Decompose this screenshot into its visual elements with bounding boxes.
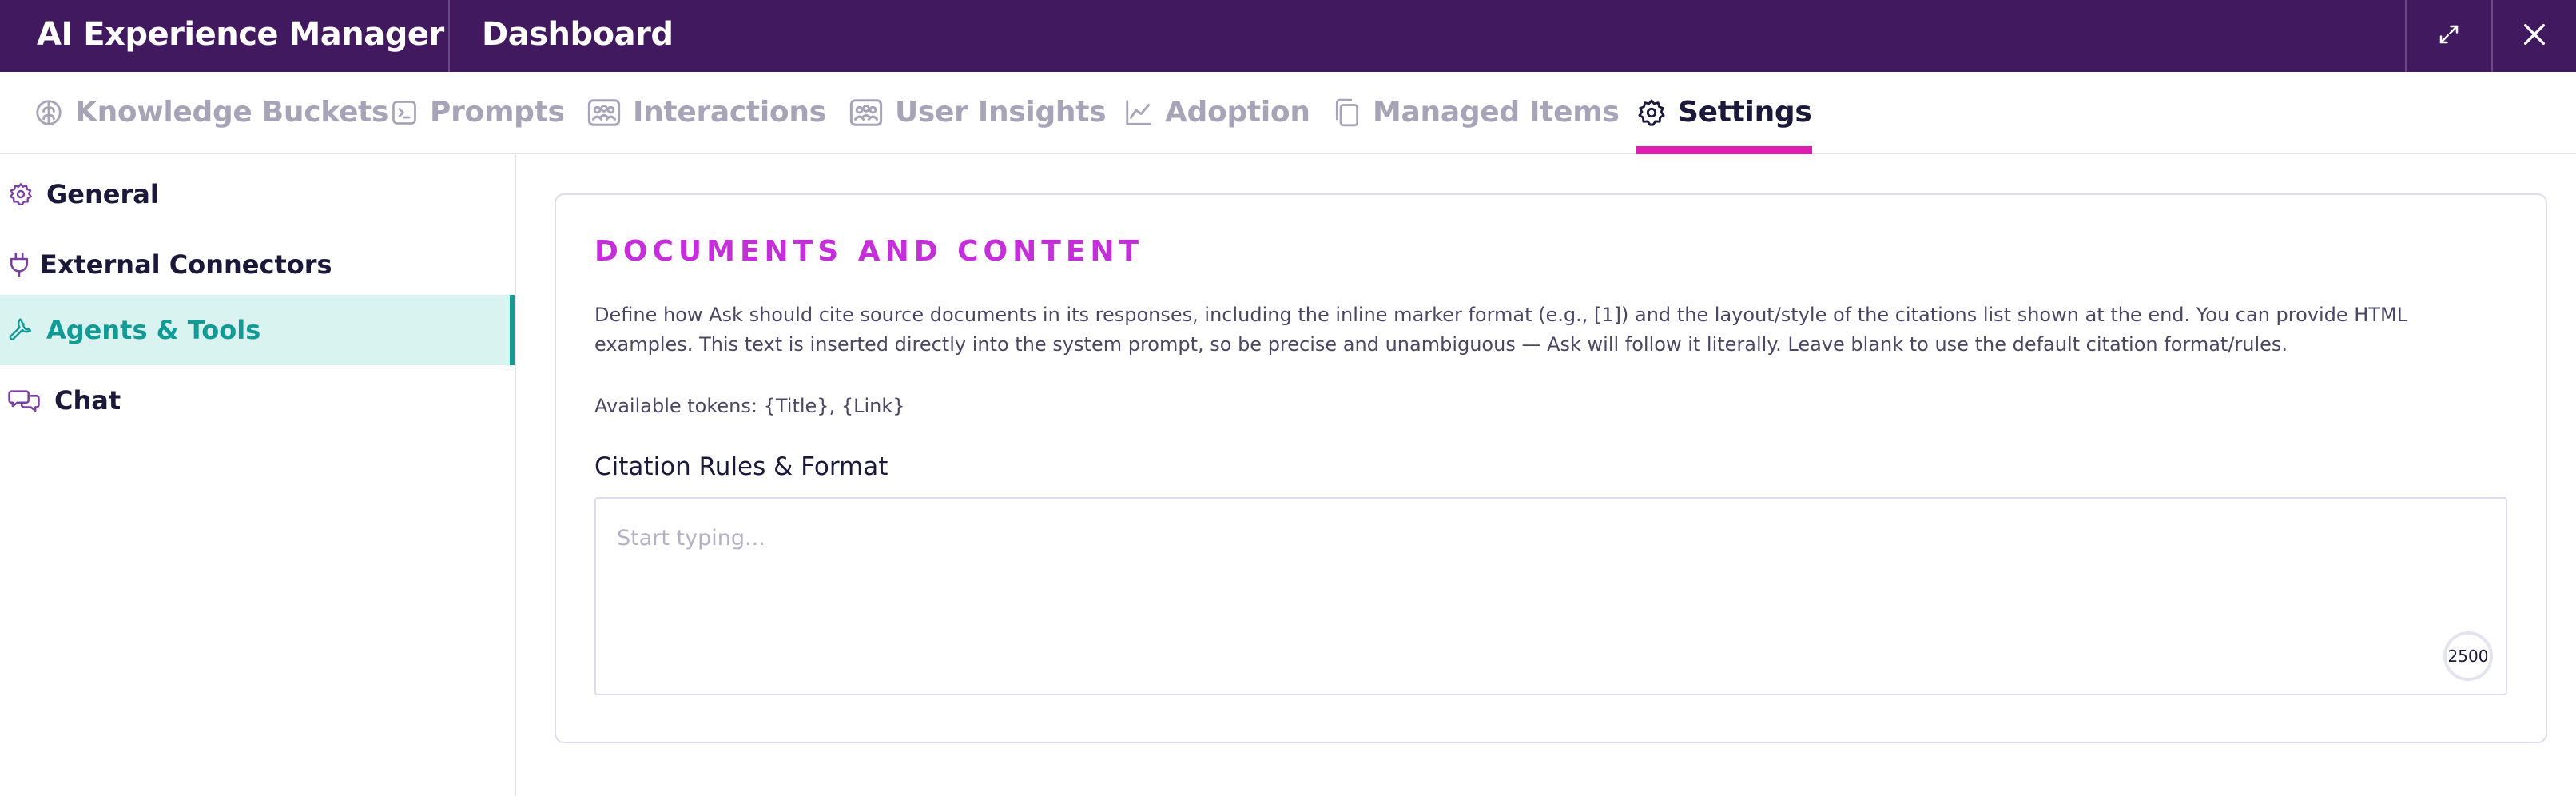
wrench-icon (8, 317, 34, 343)
tab-knowledge-buckets[interactable]: Knowledge Buckets (34, 72, 388, 153)
terminal-icon (390, 98, 419, 127)
textarea-placeholder: Start typing... (617, 526, 765, 551)
chat-bubbles-icon (8, 387, 40, 414)
gear-icon (1636, 98, 1667, 128)
expand-button[interactable] (2407, 0, 2491, 72)
close-button[interactable] (2493, 0, 2576, 72)
available-tokens-text: Available tokens: {Title}, {Link} (594, 395, 905, 417)
close-icon (2521, 21, 2548, 51)
tab-label: Interactions (633, 96, 826, 129)
page-title: Dashboard (482, 16, 674, 53)
sidebar-item-label: External Connectors (40, 249, 332, 280)
tab-label: Settings (1678, 96, 1812, 129)
sidebar: General External Connectors Agents & Too… (0, 154, 516, 796)
citation-rules-label: Citation Rules & Format (594, 452, 888, 481)
expand-arrows-icon (2437, 22, 2461, 50)
tab-label: Adoption (1165, 96, 1310, 129)
sidebar-item-label: Chat (54, 385, 121, 416)
people-board-icon (849, 98, 884, 128)
top-bar: AI Experience Manager Dashboard (0, 0, 2576, 72)
tab-adoption[interactable]: Adoption (1123, 72, 1310, 153)
sidebar-item-chat[interactable]: Chat (0, 365, 515, 436)
character-limit-counter: 2500 (2443, 631, 2493, 681)
documents-content-card: DOCUMENTS AND CONTENT Define how Ask sho… (555, 193, 2547, 743)
copy-icon (1333, 98, 1362, 128)
sidebar-item-general[interactable]: General (0, 159, 515, 229)
tab-interactions[interactable]: Interactions (586, 72, 826, 153)
line-chart-icon (1123, 98, 1154, 128)
plug-icon (8, 251, 30, 278)
gear-icon (8, 181, 34, 207)
tab-prompts[interactable]: Prompts (390, 72, 565, 153)
section-description: Define how Ask should cite source docume… (594, 304, 2408, 356)
tab-label: User Insights (895, 96, 1107, 129)
tab-label: Knowledge Buckets (75, 96, 389, 129)
tab-user-insights[interactable]: User Insights (849, 72, 1107, 153)
brain-icon (34, 98, 64, 128)
sidebar-item-label: Agents & Tools (46, 315, 261, 345)
section-heading: DOCUMENTS AND CONTENT (594, 235, 1144, 268)
main-tabs: Knowledge Buckets Prompts Interactions U… (0, 72, 2576, 154)
tab-settings[interactable]: Settings (1636, 72, 1812, 154)
sidebar-item-label: General (46, 179, 159, 209)
tab-managed-items[interactable]: Managed Items (1333, 72, 1620, 153)
app-title: AI Experience Manager (37, 16, 444, 53)
active-tab-indicator (1636, 146, 1812, 154)
header-divider (448, 0, 450, 72)
sidebar-item-external-connectors[interactable]: External Connectors (0, 229, 515, 300)
citation-rules-textarea[interactable]: Start typing... 2500 (594, 497, 2507, 695)
tab-label: Prompts (430, 96, 565, 129)
tab-label: Managed Items (1373, 96, 1620, 129)
people-board-icon (586, 98, 622, 128)
sidebar-item-agents-tools[interactable]: Agents & Tools (0, 295, 515, 365)
